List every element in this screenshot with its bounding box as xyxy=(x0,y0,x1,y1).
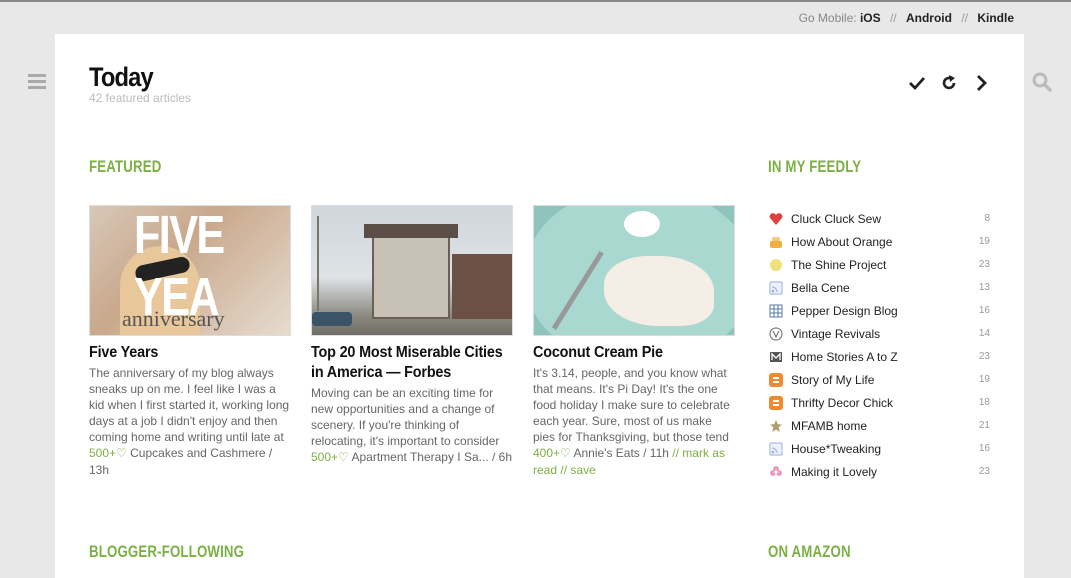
feed-name[interactable]: Making it Lovely xyxy=(791,465,970,479)
unread-count: 13 xyxy=(978,282,990,293)
feed-name[interactable]: MFAMB home xyxy=(791,419,970,433)
article-title[interactable]: Top 20 Most Miserable Cities in America … xyxy=(311,343,511,383)
unread-count: 19 xyxy=(978,236,990,247)
feed-name[interactable]: Pepper Design Blog xyxy=(791,304,970,318)
top-border xyxy=(0,0,1071,2)
kindle-link[interactable]: Kindle xyxy=(977,11,1014,25)
share-count: 500+ xyxy=(311,450,339,464)
unread-count: 16 xyxy=(978,305,990,316)
feed-item[interactable]: Bella Cene 13 xyxy=(768,276,990,299)
blogger-icon xyxy=(768,372,783,387)
feed-item[interactable]: Home Stories A to Z 23 xyxy=(768,345,990,368)
flower-icon xyxy=(768,464,783,479)
article-meta: 500+♡ Apartment Therapy I Sa... / 6h xyxy=(311,449,513,466)
save-link[interactable]: save xyxy=(570,463,595,477)
rss-icon xyxy=(768,441,783,456)
in-my-feedly-heading: IN MY FEEDLY xyxy=(768,157,862,176)
article-source[interactable]: Annie's Eats / 11h xyxy=(573,446,668,460)
article-card[interactable]: Top 20 Most Miserable Cities in America … xyxy=(311,205,513,466)
article-meta: 400+♡ Annie's Eats / 11h // mark as read… xyxy=(533,446,725,477)
toolbar xyxy=(908,74,990,92)
ios-link[interactable]: iOS xyxy=(860,11,881,25)
feed-list: Cluck Cluck Sew 8 How About Orange 19 The Sh… xyxy=(768,207,990,483)
article-count: 42 featured articles xyxy=(89,91,192,105)
unread-count: 18 xyxy=(978,397,990,408)
feed-item[interactable]: Story of My Life 19 xyxy=(768,368,990,391)
feed-item[interactable]: House*Tweaking 16 xyxy=(768,437,990,460)
star-icon xyxy=(768,418,783,433)
on-amazon-heading: ON AMAZON xyxy=(768,542,851,561)
unread-count: 14 xyxy=(978,328,990,339)
android-link[interactable]: Android xyxy=(906,11,952,25)
article-summary: Moving can be an exciting time for new o… xyxy=(311,386,500,448)
feed-item[interactable]: Making it Lovely 23 xyxy=(768,460,990,483)
go-mobile-label: Go Mobile: xyxy=(798,11,857,25)
feed-name[interactable]: House*Tweaking xyxy=(791,442,970,456)
article-title[interactable]: Five Years xyxy=(89,343,289,363)
share-count: 400+ xyxy=(533,446,561,460)
main-panel: Today 42 featured articles FEATURED IN M… xyxy=(55,34,1024,578)
thumb-text: anniversary xyxy=(122,306,225,331)
unread-count: 8 xyxy=(984,213,990,224)
feed-name[interactable]: Vintage Revivals xyxy=(791,327,970,341)
feed-item[interactable]: Vintage Revivals 14 xyxy=(768,322,990,345)
feed-name[interactable]: Thrifty Decor Chick xyxy=(791,396,970,410)
feed-item[interactable]: MFAMB home 21 xyxy=(768,414,990,437)
featured-heading: FEATURED xyxy=(89,157,162,176)
article-card[interactable]: Coconut Cream Pie It's 3.14, people, and… xyxy=(533,205,735,479)
feed-item[interactable]: Pepper Design Blog 16 xyxy=(768,299,990,322)
circle-icon xyxy=(768,257,783,272)
go-mobile-bar: Go Mobile: iOS // Android // Kindle xyxy=(799,11,1014,25)
article-summary: It's 3.14, people, and you know what tha… xyxy=(533,366,730,444)
unread-count: 19 xyxy=(978,374,990,385)
heart-icon xyxy=(768,211,783,226)
feed-item[interactable]: The Shine Project 23 xyxy=(768,253,990,276)
feed-name[interactable]: Story of My Life xyxy=(791,373,970,387)
heart-icon[interactable]: ♡ xyxy=(116,446,127,460)
cake-icon xyxy=(768,234,783,249)
feed-name[interactable]: Home Stories A to Z xyxy=(791,350,970,364)
separator: // xyxy=(961,11,968,25)
heart-icon[interactable]: ♡ xyxy=(560,446,571,460)
feed-item[interactable]: Cluck Cluck Sew 8 xyxy=(768,207,990,230)
m-icon xyxy=(768,349,783,364)
article-source[interactable]: Apartment Therapy I Sa... / 6h xyxy=(351,450,512,464)
article-thumbnail[interactable]: FIVE YEA anniversary xyxy=(89,205,291,336)
checkmark-icon[interactable] xyxy=(908,74,926,92)
blogger-following-heading: BLOGGER-FOLLOWING xyxy=(89,542,245,561)
v-icon xyxy=(768,326,783,341)
grid-icon xyxy=(768,303,783,318)
unread-count: 23 xyxy=(978,259,990,270)
feed-item[interactable]: Thrifty Decor Chick 18 xyxy=(768,391,990,414)
feed-name[interactable]: Cluck Cluck Sew xyxy=(791,212,970,226)
article-title[interactable]: Coconut Cream Pie xyxy=(533,343,733,363)
feed-name[interactable]: How About Orange xyxy=(791,235,970,249)
article-card[interactable]: FIVE YEA anniversary Five Years The anni… xyxy=(89,205,291,479)
article-thumbnail[interactable] xyxy=(311,205,513,336)
rss-icon xyxy=(768,280,783,295)
unread-count: 16 xyxy=(978,443,990,454)
chevron-right-icon[interactable] xyxy=(972,74,990,92)
article-summary: The anniversary of my blog always sneaks… xyxy=(89,366,290,444)
page-title: Today xyxy=(89,62,154,92)
refresh-icon[interactable] xyxy=(940,74,958,92)
unread-count: 23 xyxy=(978,466,990,477)
blogger-icon xyxy=(768,395,783,410)
feed-name[interactable]: Bella Cene xyxy=(791,281,970,295)
separator: // xyxy=(889,11,897,25)
article-thumbnail[interactable] xyxy=(533,205,735,336)
article-meta: 500+♡ Cupcakes and Cashmere / 13h xyxy=(89,445,291,479)
feed-name[interactable]: The Shine Project xyxy=(791,258,970,272)
menu-icon[interactable] xyxy=(28,74,46,90)
unread-count: 21 xyxy=(978,420,990,431)
share-count: 500+ xyxy=(89,446,117,460)
unread-count: 23 xyxy=(978,351,990,362)
feed-item[interactable]: How About Orange 19 xyxy=(768,230,990,253)
search-icon[interactable] xyxy=(1032,72,1052,92)
heart-icon[interactable]: ♡ xyxy=(338,450,349,464)
